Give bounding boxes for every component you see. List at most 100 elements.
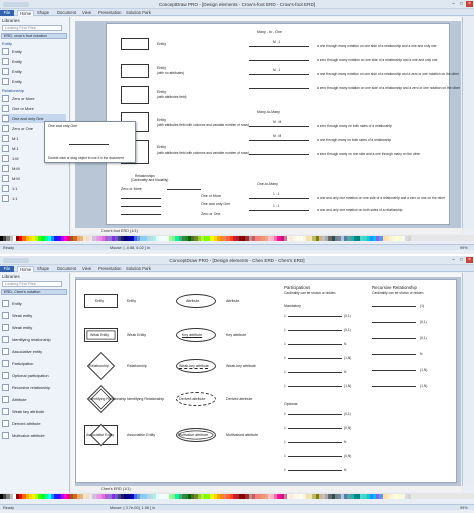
tab-document[interactable]: Document xyxy=(55,266,78,272)
status-bar: Ready Mouse: [ 3.7e-00], 1.56 ] in 99% xyxy=(0,504,474,510)
tab-solution-park[interactable]: Solution Park xyxy=(124,10,153,16)
mouse-position: Mouse: [ 3.7e-00], 1.56 ] in xyxy=(110,506,156,510)
participation-line[interactable] xyxy=(288,428,342,429)
section-entity[interactable]: Entity xyxy=(2,41,12,46)
many-to-one-label: M : 1 xyxy=(273,68,281,72)
entity-label: Entity xyxy=(157,42,166,46)
symbol-zero-or-one-label: Zero or One xyxy=(201,212,221,216)
diagram-page[interactable]: Entity Entity Attribute Attribute Weak E… xyxy=(75,279,457,483)
many-to-many-line[interactable] xyxy=(249,154,309,155)
minimize-icon[interactable]: – xyxy=(450,257,457,263)
tab-home[interactable]: Home xyxy=(17,10,35,16)
symbol-zero-or-one-line[interactable] xyxy=(121,214,161,215)
symbol-one-or-more-line[interactable] xyxy=(121,198,161,199)
identifying-relationship-thumb-icon xyxy=(2,336,9,343)
participation-line[interactable] xyxy=(288,442,342,443)
entity-thumb-icon xyxy=(2,58,9,65)
participation-right-cardinality: (0,1) xyxy=(344,314,351,318)
many-to-many-line[interactable] xyxy=(249,126,309,127)
recursive-line[interactable] xyxy=(372,370,416,371)
participation-line[interactable] xyxy=(288,344,342,345)
diagram-page[interactable]: Entity Entity (with no attributes) Entit… xyxy=(106,23,460,225)
derived-attribute-shape-text: Derived attribute xyxy=(179,397,206,401)
relationship-thumb-icon xyxy=(2,185,9,192)
tab-presentation[interactable]: Presentation xyxy=(96,266,124,272)
close-icon[interactable]: × xyxy=(466,257,473,263)
drawing-canvas[interactable]: Entity Entity Attribute Attribute Weak E… xyxy=(71,273,461,486)
many-to-one-line[interactable] xyxy=(249,60,309,61)
many-to-many-line[interactable] xyxy=(249,140,309,141)
entity-no-attributes-shape[interactable] xyxy=(121,64,149,78)
library-item-tooltip: One and only One Double click or drag ob… xyxy=(44,121,136,163)
recursive-cardinality: (1,N) xyxy=(420,368,428,372)
recursive-caption: Cardinality can be shown or hidden xyxy=(372,291,424,295)
participation-line[interactable] xyxy=(288,372,342,373)
many-to-many-label: M : M xyxy=(273,134,282,138)
minimize-icon[interactable]: – xyxy=(450,1,457,7)
recursive-relationship-thumb-icon xyxy=(2,384,9,391)
recursive-line[interactable] xyxy=(372,354,416,355)
one-to-one-line[interactable] xyxy=(249,198,309,199)
recursive-line[interactable] xyxy=(372,386,416,387)
entity-thumb-icon xyxy=(2,48,9,55)
zoom-level[interactable]: 99% xyxy=(460,505,468,511)
entity-attributes-shape[interactable] xyxy=(121,86,149,104)
status-text: Ready xyxy=(3,506,14,510)
participation-line[interactable] xyxy=(288,316,342,317)
recursive-line[interactable] xyxy=(372,322,416,323)
participations-caption: Cardinality can be shown or hidden xyxy=(284,291,336,295)
close-icon[interactable]: × xyxy=(466,1,473,7)
tooltip-preview-line xyxy=(69,144,109,145)
library-selector[interactable]: ERD, Chen's notation xyxy=(1,289,67,295)
right-panel-strip[interactable] xyxy=(462,273,474,486)
maximize-icon[interactable]: □ xyxy=(458,257,465,263)
section-relationship[interactable]: Relationship xyxy=(2,88,24,93)
associative-entity-label: Associative Entity xyxy=(127,433,156,437)
recursive-line[interactable] xyxy=(372,306,416,307)
key-attribute-shape-text: Key attribute xyxy=(182,333,203,337)
palette-swatch[interactable] xyxy=(408,493,412,499)
library-search-input[interactable]: Looking Find Files xyxy=(2,281,62,287)
participation-line[interactable] xyxy=(288,330,342,331)
horizontal-ruler xyxy=(71,273,461,277)
tab-shape[interactable]: Shape xyxy=(35,266,51,272)
color-palette[interactable] xyxy=(0,493,474,499)
participation-line[interactable] xyxy=(288,414,342,415)
entity-shape[interactable] xyxy=(121,38,149,50)
participation-line[interactable] xyxy=(288,358,342,359)
color-palette[interactable] xyxy=(0,235,474,241)
one-to-one-line[interactable] xyxy=(249,210,309,211)
participation-line[interactable] xyxy=(288,470,342,471)
window-title: ConceptDraw PRO - [Design elements - Che… xyxy=(169,258,305,263)
tab-file[interactable]: File xyxy=(0,266,14,272)
symbol-one-only-line[interactable] xyxy=(121,206,161,207)
tab-home[interactable]: Home xyxy=(17,266,35,272)
page-tab[interactable]: Crow's foot ERD (1/1) xyxy=(101,229,138,233)
tab-shape[interactable]: Shape xyxy=(35,10,51,16)
maximize-icon[interactable]: □ xyxy=(458,1,465,7)
participation-right-cardinality: (0,1) xyxy=(344,328,351,332)
tab-file[interactable]: File xyxy=(0,10,14,16)
library-selector[interactable]: ERD, crow's foot notation xyxy=(1,33,67,39)
library-search-input[interactable]: Looking Find Files xyxy=(2,25,62,31)
participation-line[interactable] xyxy=(288,386,342,387)
participation-right-cardinality: (0,N) xyxy=(344,454,352,458)
many-to-one-line[interactable] xyxy=(249,46,309,47)
many-to-one-line[interactable] xyxy=(249,88,309,89)
tab-view[interactable]: View xyxy=(80,266,93,272)
tab-solution-park[interactable]: Solution Park xyxy=(124,266,153,272)
participation-right-cardinality: N xyxy=(344,370,347,374)
right-panel-strip[interactable] xyxy=(462,17,474,228)
symbol-zero-or-more-line[interactable] xyxy=(167,189,201,190)
relationship-shape-text: Relationship xyxy=(89,364,109,368)
tab-document[interactable]: Document xyxy=(55,10,78,16)
tab-view[interactable]: View xyxy=(80,10,93,16)
key-attribute-label: Key attribute xyxy=(226,333,247,337)
palette-swatch[interactable] xyxy=(408,235,412,241)
tab-presentation[interactable]: Presentation xyxy=(96,10,124,16)
many-to-one-line[interactable] xyxy=(249,74,309,75)
zoom-level[interactable]: 99% xyxy=(460,245,468,251)
page-tab[interactable]: Chen's ERD (1/1) xyxy=(101,487,131,491)
recursive-line[interactable] xyxy=(372,338,416,339)
participation-line[interactable] xyxy=(288,456,342,457)
